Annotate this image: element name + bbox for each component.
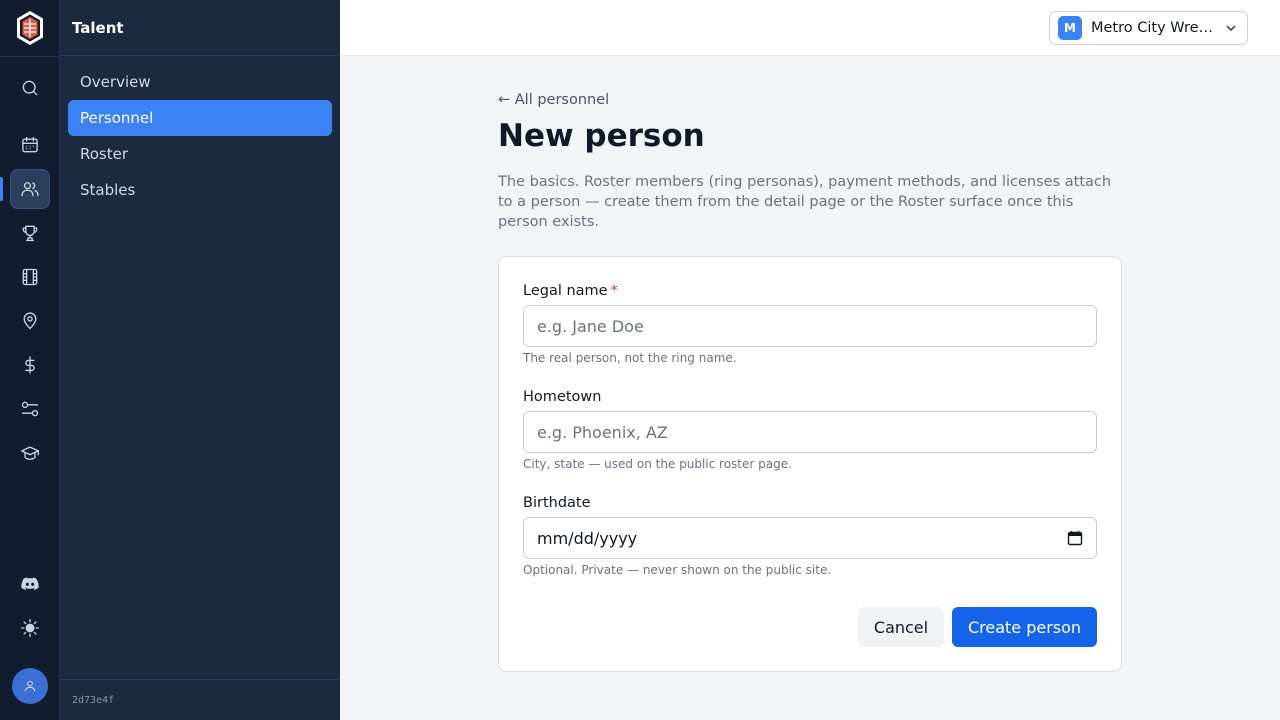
birthdate-label: Birthdate xyxy=(523,495,591,511)
finance-nav-button[interactable] xyxy=(10,345,50,385)
hometown-hint: City, state — used on the public roster … xyxy=(523,457,792,471)
trophy-icon xyxy=(22,225,38,242)
sidebar-header: Talent xyxy=(60,0,340,56)
sidebar-item-roster[interactable]: Roster xyxy=(68,136,332,172)
discord-button[interactable] xyxy=(10,564,50,604)
icon-rail xyxy=(0,0,60,720)
user-avatar-button[interactable] xyxy=(12,668,48,704)
sidebar-nav: Overview Personnel Roster Stables xyxy=(60,56,340,216)
app-logo[interactable] xyxy=(15,10,45,46)
search-icon xyxy=(22,80,38,96)
training-nav-button[interactable] xyxy=(10,433,50,473)
venues-nav-button[interactable] xyxy=(10,301,50,341)
new-person-form: Legal name* The real person, not the rin… xyxy=(498,256,1122,672)
users-icon xyxy=(21,182,39,197)
talent-nav-button[interactable] xyxy=(0,169,50,209)
birthdate-input[interactable]: mm/dd/yyyy xyxy=(523,517,1097,559)
org-name: Metro City Wrestling xyxy=(1091,20,1219,36)
calendar-picker-icon[interactable] xyxy=(1067,530,1083,546)
org-badge: M xyxy=(1058,16,1082,40)
sidebar-item-overview[interactable]: Overview xyxy=(68,64,332,100)
sun-icon xyxy=(21,619,39,637)
sidebar-item-personnel[interactable]: Personnel xyxy=(68,100,332,136)
required-marker: * xyxy=(610,283,618,299)
sliders-icon xyxy=(21,401,39,417)
sidebar-item-stables[interactable]: Stables xyxy=(68,172,332,208)
film-icon xyxy=(22,268,38,286)
org-switcher[interactable]: M Metro City Wrestling xyxy=(1049,11,1248,45)
settings-nav-button[interactable] xyxy=(10,389,50,429)
top-bar: M Metro City Wrestling xyxy=(340,0,1280,56)
discord-icon xyxy=(21,577,39,590)
hometown-input[interactable] xyxy=(523,411,1097,453)
map-pin-icon xyxy=(23,312,37,330)
back-link[interactable]: ← All personnel xyxy=(498,92,609,108)
legal-name-hint: The real person, not the ring name. xyxy=(523,351,737,365)
create-person-button[interactable]: Create person xyxy=(952,607,1097,647)
calendar-icon xyxy=(22,136,38,153)
hometown-label: Hometown xyxy=(523,389,602,405)
build-hash: 2d73e4f xyxy=(72,694,115,706)
championships-nav-button[interactable] xyxy=(10,213,50,253)
theme-toggle-button[interactable] xyxy=(10,608,50,648)
birthdate-placeholder: mm/dd/yyyy xyxy=(537,528,638,548)
media-nav-button[interactable] xyxy=(10,257,50,297)
legal-name-label: Legal name * xyxy=(523,283,618,299)
legal-name-input[interactable] xyxy=(523,305,1097,347)
chevron-down-icon xyxy=(1226,25,1236,32)
dollar-icon xyxy=(25,356,35,374)
sidebar-title: Talent xyxy=(72,18,124,37)
cancel-button[interactable]: Cancel xyxy=(858,607,944,647)
search-nav-button[interactable] xyxy=(10,68,50,108)
section-sidebar: Talent Overview Personnel Roster Stables… xyxy=(60,0,340,720)
birthdate-hint: Optional. Private — never shown on the p… xyxy=(523,563,832,577)
user-icon xyxy=(24,680,36,692)
sidebar-footer: 2d73e4f xyxy=(60,679,340,720)
page-description: The basics. Roster members (ring persona… xyxy=(498,174,1112,230)
graduation-cap-icon xyxy=(21,446,39,460)
events-nav-button[interactable] xyxy=(10,125,50,165)
page-title: New person xyxy=(498,118,705,154)
